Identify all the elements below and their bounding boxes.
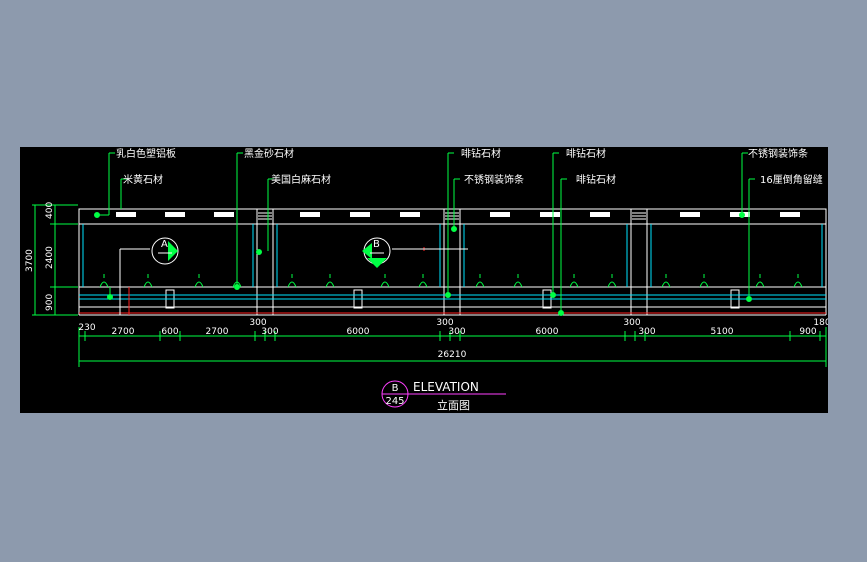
section-marker-b: B [362,237,468,268]
section-marker-label: B [373,239,380,250]
overall-dim-label: 26210 [438,350,467,360]
dim-label: 180 [813,318,828,328]
dim-label: 230 [78,323,95,333]
callout-label: 16厘倒角留缝 [760,173,823,186]
callout-label: 美国白麻石材 [271,173,331,186]
horizontal-dimension-labels: 230 2700 600 2700 300 300 6000 300 300 6… [78,318,830,360]
callout-label: 米黄石材 [123,173,163,186]
section-marker-label: A [161,239,168,250]
dim-label: 2400 [45,246,55,269]
dim-label: 6000 [536,327,559,337]
cad-drawing-area: 乳白色塑铝板 黑金砂石材 啡钻石材 啡钻石材 不锈钢装饰条 米黄石材 美国白麻石… [20,147,831,413]
red-accent-lines [79,247,826,315]
dim-label: 900 [799,327,816,337]
callout-label: 不锈钢装饰条 [748,147,808,160]
dim-label: 300 [638,327,655,337]
dim-label: 900 [45,294,55,311]
wall-lamps [99,274,803,288]
dim-label: 2700 [206,327,229,337]
callout-label: 啡钻石材 [576,173,616,186]
dim-label: 400 [45,202,55,219]
dim-label: 5100 [711,327,734,337]
dim-label: 300 [261,327,278,337]
drawing-title: ELEVATION [413,380,479,394]
callout-label: 乳白色塑铝板 [116,147,176,160]
callout-label: 啡钻石材 [566,147,606,160]
callout-label: 不锈钢装饰条 [464,173,524,186]
callout-label: 啡钻石材 [461,147,501,160]
dim-label: 6000 [347,327,370,337]
structure-lines [79,224,826,300]
dim-label: 3700 [25,249,35,272]
title-block: B 245 ELEVATION 立面图 [381,380,506,412]
dim-label: 600 [161,327,178,337]
vertical-dimensions [32,204,78,316]
title-bubble-top: B [392,383,399,394]
callout-label: 黑金砂石材 [244,147,294,160]
drawing-subtitle: 立面图 [437,398,470,412]
title-bubble-bottom: 245 [385,396,404,407]
elevation-drawing: 乳白色塑铝板 黑金砂石材 啡钻石材 啡钻石材 不锈钢装饰条 米黄石材 美国白麻石… [25,147,831,412]
dim-label: 2700 [112,327,135,337]
vertical-dimension-labels: 400 2400 900 3700 [25,202,55,311]
callout-leaders [94,152,755,316]
callout-labels: 乳白色塑铝板 黑金砂石材 啡钻石材 啡钻石材 不锈钢装饰条 米黄石材 美国白麻石… [116,147,823,186]
dim-label: 300 [448,327,465,337]
